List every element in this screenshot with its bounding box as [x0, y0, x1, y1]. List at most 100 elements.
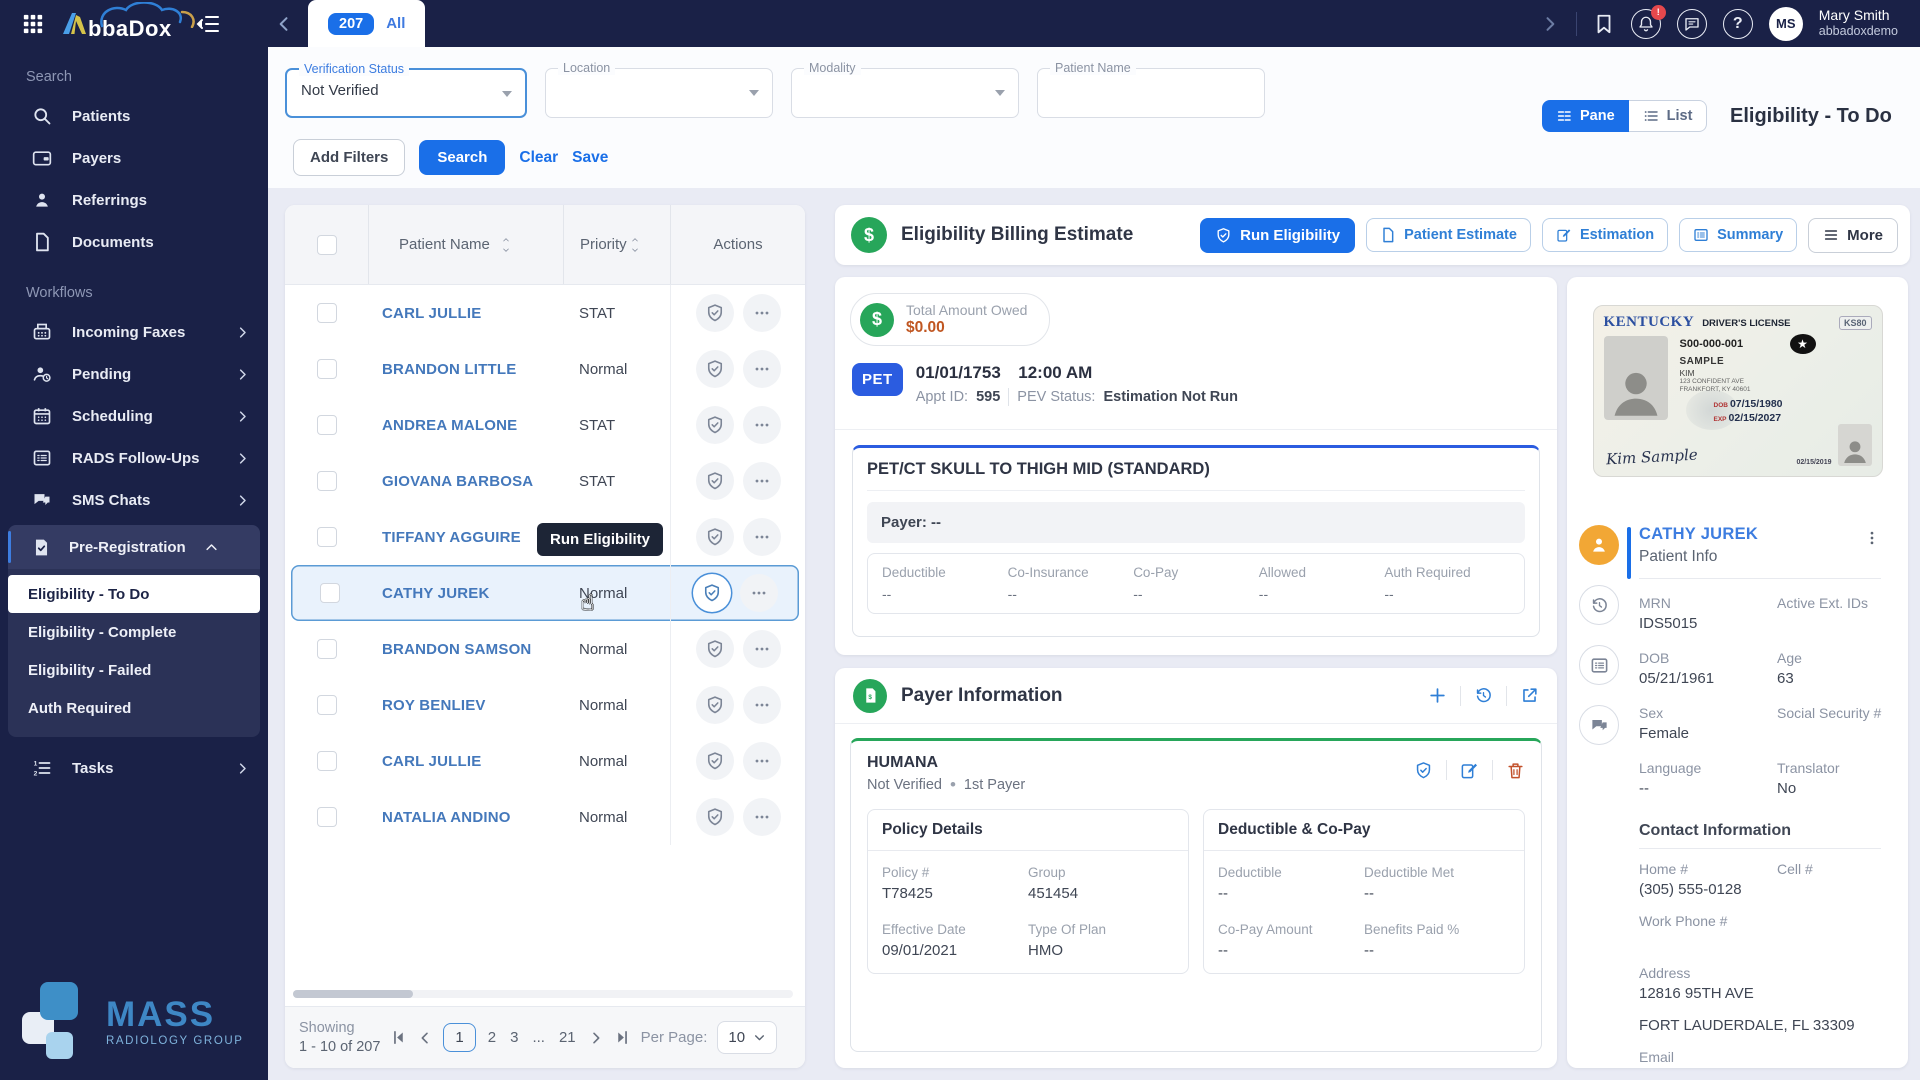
tab-scroll-right-icon[interactable] [1540, 14, 1560, 34]
row-checkbox[interactable] [317, 807, 337, 827]
more-button[interactable]: More [1808, 218, 1898, 253]
page-3-button[interactable]: 3 [508, 1029, 520, 1046]
sort-icon[interactable] [629, 236, 641, 254]
first-page-icon[interactable] [390, 1029, 407, 1046]
chats-tab[interactable] [1579, 705, 1619, 745]
verification-status-select[interactable]: Verification Status Not Verified [285, 68, 527, 118]
more-actions-button[interactable] [743, 742, 781, 780]
sidebar-subitem-auth-required[interactable]: Auth Required [8, 689, 260, 727]
patient-name-input[interactable]: Patient Name [1037, 68, 1265, 118]
patient-name-link[interactable]: ROY BENLIEV [368, 697, 563, 714]
row-checkbox[interactable] [317, 639, 337, 659]
page-2-button[interactable]: 2 [486, 1029, 498, 1046]
patient-name-link[interactable]: BRANDON LITTLE [368, 361, 563, 378]
tab-all[interactable]: All [386, 15, 405, 32]
record-count-badge[interactable]: 207 [328, 13, 374, 35]
prev-page-icon[interactable] [417, 1030, 433, 1046]
sidebar-item-pre-registration[interactable]: Pre-Registration [8, 525, 260, 569]
summary-button[interactable]: Summary [1679, 218, 1797, 252]
table-row[interactable]: NATALIA ANDINO Normal [285, 789, 805, 845]
run-eligibility-button[interactable] [696, 798, 734, 836]
tab-scroll-left-icon[interactable] [274, 14, 294, 34]
run-eligibility-button[interactable] [696, 742, 734, 780]
more-actions-button[interactable] [743, 630, 781, 668]
estimation-button[interactable]: Estimation [1542, 218, 1668, 252]
location-select[interactable]: Location [545, 68, 773, 118]
open-external-button[interactable] [1520, 686, 1539, 705]
history-tab[interactable] [1579, 585, 1619, 625]
patient-name[interactable]: CATHY JUREK [1639, 525, 1895, 544]
table-row[interactable]: CARL JULLIE STAT [285, 285, 805, 341]
more-actions-button[interactable] [743, 686, 781, 724]
next-page-icon[interactable] [588, 1030, 604, 1046]
messages-button[interactable] [1677, 9, 1707, 39]
run-eligibility-button[interactable] [696, 294, 734, 332]
delete-payer-button[interactable] [1506, 761, 1525, 780]
add-filters-button[interactable]: Add Filters [293, 139, 405, 176]
row-checkbox[interactable] [317, 415, 337, 435]
more-actions-button[interactable] [743, 406, 781, 444]
search-button[interactable]: Search [419, 140, 505, 175]
patient-name-link[interactable]: ANDREA MALONE [368, 417, 563, 434]
more-actions-button[interactable] [743, 798, 781, 836]
select-all-checkbox[interactable] [317, 235, 337, 255]
sidebar-subitem-eligibility-to-do[interactable]: Eligibility - To Do [8, 575, 260, 613]
patient-estimate-button[interactable]: Patient Estimate [1366, 218, 1531, 252]
table-row[interactable]: ANDREA MALONE STAT [285, 397, 805, 453]
sidebar-item-pending[interactable]: Pending [0, 353, 268, 395]
patient-name-link[interactable]: NATALIA ANDINO [368, 809, 563, 826]
row-checkbox[interactable] [320, 583, 340, 603]
clear-button[interactable]: Clear [519, 149, 558, 167]
sort-icon[interactable] [500, 236, 512, 254]
help-button[interactable]: ? [1723, 9, 1753, 39]
patient-menu-button[interactable] [1863, 529, 1881, 547]
bookmark-icon[interactable] [1593, 13, 1615, 35]
user-identity[interactable]: Mary Smith abbadoxdemo [1819, 7, 1898, 40]
table-row[interactable]: BRANDON SAMSON Normal [285, 621, 805, 677]
patient-info-tab[interactable] [1579, 525, 1619, 565]
page-21-button[interactable]: 21 [557, 1029, 578, 1046]
patient-name-link[interactable]: CARL JULLIE [368, 753, 563, 770]
sidebar-item-rads-follow-ups[interactable]: RADS Follow-Ups [0, 437, 268, 479]
column-patient-name[interactable]: Patient Name [399, 236, 490, 253]
row-checkbox[interactable] [317, 751, 337, 771]
save-button[interactable]: Save [572, 149, 608, 167]
notifications-button[interactable]: ! [1631, 9, 1661, 39]
modality-select[interactable]: Modality [791, 68, 1019, 118]
horizontal-scrollbar[interactable] [293, 990, 793, 998]
run-eligibility-button[interactable] [696, 518, 734, 556]
row-checkbox[interactable] [317, 527, 337, 547]
column-priority[interactable]: Priority [580, 236, 627, 253]
payer-history-button[interactable] [1474, 686, 1493, 705]
patient-name-link[interactable]: CARL JULLIE [368, 305, 563, 322]
sidebar-item-sms-chats[interactable]: SMS Chats [0, 479, 268, 521]
sidebar-item-patients[interactable]: Patients [0, 95, 268, 137]
patient-name-link[interactable]: TIFFANY AGGUIRE [368, 529, 563, 546]
abbadox-logo[interactable]: bbaDox [62, 2, 172, 46]
worklist-tab[interactable]: 207 All [308, 0, 425, 47]
table-row[interactable]: BRANDON LITTLE Normal [285, 341, 805, 397]
table-row-selected[interactable]: Run Eligibility CATHY JUREK Normal ☝ [291, 565, 799, 621]
run-eligibility-main-button[interactable]: Run Eligibility [1200, 218, 1355, 253]
more-actions-button[interactable] [740, 574, 778, 612]
checklist-tab[interactable] [1579, 645, 1619, 685]
more-actions-button[interactable] [743, 462, 781, 500]
user-avatar[interactable]: MS [1769, 7, 1803, 41]
table-row[interactable]: CARL JULLIE Normal [285, 733, 805, 789]
scrollbar-thumb[interactable] [293, 990, 413, 998]
per-page-select[interactable]: 10 [717, 1021, 777, 1054]
run-eligibility-button[interactable] [696, 686, 734, 724]
run-eligibility-button[interactable] [696, 462, 734, 500]
more-actions-button[interactable] [743, 518, 781, 556]
row-checkbox[interactable] [317, 471, 337, 491]
verify-payer-button[interactable] [1414, 761, 1433, 780]
table-row[interactable]: ROY BENLIEV Normal [285, 677, 805, 733]
patient-name-link[interactable]: CATHY JUREK [368, 585, 563, 602]
run-eligibility-button[interactable] [693, 574, 731, 612]
last-page-icon[interactable] [614, 1029, 631, 1046]
list-view-button[interactable]: List [1629, 100, 1708, 132]
sidebar-subitem-eligibility-failed[interactable]: Eligibility - Failed [8, 651, 260, 689]
row-checkbox[interactable] [317, 303, 337, 323]
add-payer-button[interactable] [1428, 686, 1447, 705]
sidebar-item-scheduling[interactable]: Scheduling [0, 395, 268, 437]
